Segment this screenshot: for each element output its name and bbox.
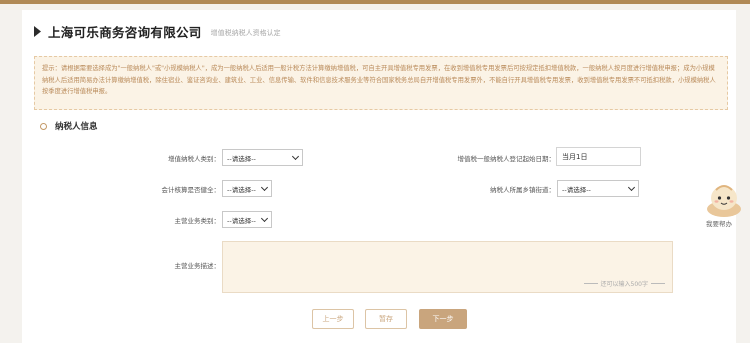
accounting-value: --请选择-- bbox=[227, 185, 256, 194]
main-card: 上海可乐商务咨询有限公司 增值税纳税人资格认定 提示：请根据需要选择成为"一般纳… bbox=[22, 10, 736, 343]
char-counter-text: 还可以输入500字 bbox=[600, 281, 648, 288]
chevron-down-icon bbox=[291, 152, 300, 161]
page-header: 上海可乐商务咨询有限公司 增值税纳税人资格认定 bbox=[34, 22, 281, 41]
accounting-select[interactable]: --请选择-- bbox=[222, 180, 272, 197]
accounting-label: 会计核算是否健全： bbox=[161, 186, 221, 194]
town-value: --请选择-- bbox=[562, 185, 591, 194]
section-header: 纳税人信息 bbox=[40, 120, 98, 132]
next-button[interactable]: 下一步 bbox=[419, 309, 467, 329]
tip-box: 提示：请根据需要选择成为"一般纳税人"或"小规模纳税人"，成为一般纳税人后适用一… bbox=[34, 56, 728, 110]
top-accent-bar bbox=[0, 0, 750, 4]
taxpayer-type-label: 增值纳税人类别： bbox=[168, 155, 220, 163]
page-subtitle: 增值税纳税人资格认定 bbox=[210, 28, 281, 37]
section-title: 纳税人信息 bbox=[55, 122, 98, 132]
save-button[interactable]: 暂存 bbox=[365, 309, 407, 329]
town-select[interactable]: --请选择-- bbox=[557, 180, 639, 197]
start-date-field[interactable]: 当月1日 bbox=[556, 147, 641, 166]
divider bbox=[651, 283, 665, 284]
prev-button[interactable]: 上一步 bbox=[312, 309, 354, 329]
business-desc-textarea[interactable]: 还可以输入500字 bbox=[222, 241, 673, 293]
chevron-down-icon bbox=[627, 183, 636, 192]
chevron-down-icon bbox=[260, 183, 269, 192]
business-type-value: --请选择-- bbox=[227, 216, 256, 225]
divider bbox=[583, 283, 598, 284]
business-desc-label: 主营业务描述： bbox=[174, 262, 221, 270]
circle-bullet-icon bbox=[40, 122, 47, 130]
business-type-select[interactable]: --请选择-- bbox=[222, 211, 272, 228]
business-type-label: 主营业务类别： bbox=[174, 217, 221, 225]
company-name: 上海可乐商务咨询有限公司 bbox=[48, 25, 202, 40]
taxpayer-type-value: --请选择-- bbox=[227, 154, 256, 163]
helper-label[interactable]: 我要帮办 bbox=[706, 218, 732, 228]
flag-icon bbox=[34, 26, 41, 37]
start-date-label: 增值税一般纳税人登记起始日期： bbox=[457, 155, 556, 163]
taxpayer-type-select[interactable]: --请选择-- bbox=[222, 149, 303, 166]
chevron-down-icon bbox=[260, 214, 269, 223]
town-label: 纳税人所属乡镇街道： bbox=[490, 186, 555, 194]
start-date-value: 当月1日 bbox=[562, 152, 588, 161]
char-counter: 还可以输入500字 bbox=[581, 279, 668, 288]
